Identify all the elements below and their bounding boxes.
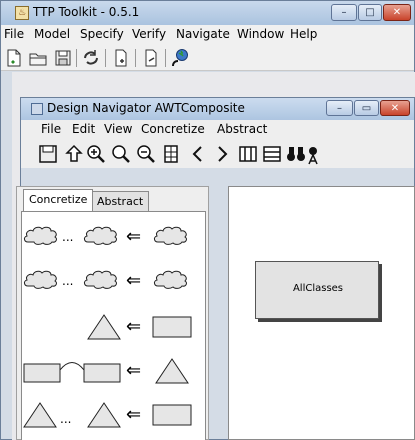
arrow-left-icon: ⇐ <box>126 404 142 425</box>
new-document-icon[interactable] <box>4 48 24 68</box>
palette-item-triangle-set[interactable]: ... ⇐ <box>22 396 205 440</box>
minimize-button[interactable]: – <box>331 4 357 21</box>
globe-icon[interactable] <box>170 48 190 68</box>
menu-navigate[interactable]: Navigate <box>176 27 230 41</box>
menu-file[interactable]: File <box>4 27 24 41</box>
binoculars-icon[interactable] <box>285 143 307 165</box>
class-node[interactable]: AllClasses <box>255 261 379 319</box>
cloud-icon <box>154 270 187 289</box>
cloud-icon <box>24 270 57 289</box>
toolbar-separator <box>76 49 77 67</box>
tab-abstract[interactable]: Abstract <box>91 191 150 211</box>
cloud-icon <box>84 270 117 289</box>
inner-toolbar <box>21 140 414 168</box>
save-icon[interactable] <box>37 143 59 165</box>
find-text-icon[interactable] <box>307 143 323 165</box>
triangle-icon <box>87 402 121 428</box>
cloud-icon <box>84 226 117 245</box>
arrow-left-icon: ⇐ <box>126 316 142 337</box>
menu-verify[interactable]: Verify <box>132 27 166 41</box>
zoom-in-icon[interactable] <box>85 143 107 165</box>
rows-icon[interactable] <box>261 143 283 165</box>
ellipsis-label: ... <box>62 274 74 288</box>
refresh-icon[interactable] <box>81 48 101 68</box>
palette-item-cloud-set[interactable]: ... ⇐ <box>22 218 205 262</box>
add-page-icon[interactable] <box>111 48 131 68</box>
cloud-icon <box>24 226 57 245</box>
forward-icon[interactable] <box>211 143 233 165</box>
zoom-icon[interactable] <box>110 143 132 165</box>
triangle-icon <box>23 402 57 428</box>
inner-menu-abstract[interactable]: Abstract <box>217 122 267 136</box>
rectangle-icon <box>152 404 192 426</box>
cloud-icon <box>154 226 187 245</box>
palette-item-cloud-set-2[interactable]: ... ⇐ <box>22 262 205 306</box>
maximize-button[interactable]: □ <box>358 4 382 21</box>
toolbar-separator <box>165 49 166 67</box>
inner-menu-concretize[interactable]: Concretize <box>141 122 205 136</box>
export-page-icon[interactable] <box>141 48 161 68</box>
palette-item-triangle-rectangle[interactable]: ⇐ <box>22 308 205 352</box>
inner-close-button[interactable]: ✕ <box>380 100 410 116</box>
menu-model[interactable]: Model <box>34 27 70 41</box>
toolbar-separator <box>135 49 136 67</box>
tab-concretize[interactable]: Concretize <box>23 189 94 211</box>
window-title: TTP Toolkit - 0.5.1 <box>33 5 140 19</box>
palette-item-linked-rectangles[interactable]: ⇐ <box>22 352 205 396</box>
arrow-left-icon: ⇐ <box>126 360 142 381</box>
back-icon[interactable] <box>187 143 209 165</box>
design-canvas[interactable]: AllClasses <box>228 186 415 440</box>
main-toolbar <box>1 45 414 71</box>
java-app-icon: ♨ <box>15 6 29 20</box>
toolbar-separator <box>105 49 106 67</box>
menu-specify[interactable]: Specify <box>80 27 124 41</box>
window-icon <box>31 103 43 115</box>
up-icon[interactable] <box>63 143 85 165</box>
fit-icon[interactable] <box>161 143 183 165</box>
triangle-icon <box>87 314 121 340</box>
palette-panel: Concretize Abstract ... ⇐ ... ⇐ ⇐ ⇐ ... … <box>16 186 209 440</box>
inner-menu-view[interactable]: View <box>104 122 132 136</box>
inner-restore-button[interactable]: ▭ <box>354 100 379 116</box>
ellipsis-label: ... <box>60 412 72 426</box>
close-button[interactable]: ✕ <box>383 4 411 21</box>
concretize-palette: ... ⇐ ... ⇐ ⇐ ⇐ ... ⇐ <box>21 211 206 440</box>
triangle-icon <box>155 358 189 384</box>
menu-help[interactable]: Help <box>290 27 317 41</box>
inner-menu-bar: File Edit View Concretize Abstract <box>21 120 414 140</box>
rectangle-icon <box>152 316 192 338</box>
menu-window[interactable]: Window <box>237 27 284 41</box>
inner-window-title: Design Navigator AWTComposite <box>47 101 245 115</box>
arrow-left-icon: ⇐ <box>126 270 142 291</box>
class-node-label: AllClasses <box>292 283 344 294</box>
inner-title-bar[interactable]: Design Navigator AWTComposite – ▭ ✕ <box>21 98 414 120</box>
menu-bar: File Model Specify Verify Navigate Windo… <box>1 25 414 45</box>
ellipsis-label: ... <box>62 230 74 244</box>
inner-menu-edit[interactable]: Edit <box>72 122 95 136</box>
linked-rectangles-icon <box>23 362 121 383</box>
zoom-out-icon[interactable] <box>135 143 157 165</box>
inner-menu-file[interactable]: File <box>41 122 61 136</box>
arrow-left-icon: ⇐ <box>126 226 142 247</box>
open-folder-icon[interactable] <box>28 48 48 68</box>
columns-icon[interactable] <box>237 143 259 165</box>
title-bar[interactable]: ♨ TTP Toolkit - 0.5.1 – □ ✕ <box>1 1 414 25</box>
inner-minimize-button[interactable]: – <box>326 100 353 116</box>
save-icon[interactable] <box>53 48 73 68</box>
